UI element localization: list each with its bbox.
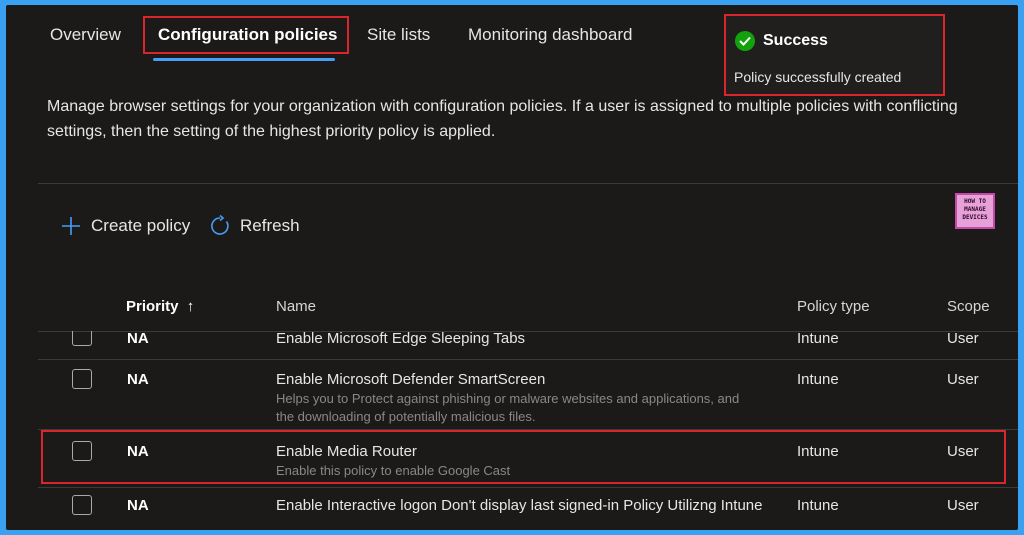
section-divider <box>38 183 1018 184</box>
create-policy-button[interactable]: Create policy <box>60 215 190 237</box>
refresh-label: Refresh <box>240 216 300 235</box>
row-priority: NA <box>127 497 149 514</box>
row-policy-type: Intune <box>797 371 839 388</box>
row-scope: User <box>947 497 979 514</box>
row-scope: User <box>947 371 979 388</box>
tab-monitoring-dashboard[interactable]: Monitoring dashboard <box>468 25 632 45</box>
create-policy-label: Create policy <box>91 216 191 235</box>
row-name[interactable]: Enable Microsoft Edge Sleeping Tabs <box>276 330 525 347</box>
column-header-priority[interactable]: Priority ↑ <box>126 298 194 315</box>
header-divider <box>38 331 1018 332</box>
sort-ascending-icon: ↑ <box>186 298 195 315</box>
row-divider <box>38 359 1018 360</box>
plus-icon <box>62 217 80 235</box>
row-priority: NA <box>127 330 149 347</box>
row-name[interactable]: Enable Microsoft Defender SmartScreen <box>276 371 545 388</box>
toast-message: Policy successfully created <box>734 69 902 85</box>
row-checkbox[interactable] <box>72 495 92 515</box>
refresh-button[interactable]: Refresh <box>209 215 300 237</box>
tab-overview[interactable]: Overview <box>50 25 121 45</box>
app-frame: Overview Configuration policies Site lis… <box>6 5 1018 530</box>
column-header-name[interactable]: Name <box>276 298 316 315</box>
row-description: Helps you to Protect against phishing or… <box>276 391 740 424</box>
success-toast: Success Policy successfully created <box>724 14 945 96</box>
refresh-icon <box>211 215 229 235</box>
row-highlight-box <box>41 430 1006 484</box>
success-check-icon <box>735 31 755 51</box>
how-to-manage-devices-logo: HOW TO MANAGE DEVICES <box>955 193 995 229</box>
row-priority: NA <box>127 371 149 388</box>
table-header: Priority ↑ Name Policy type Scope <box>6 295 1018 331</box>
page-description: Manage browser settings for your organiz… <box>47 98 958 140</box>
row-divider <box>38 487 1018 488</box>
column-header-scope[interactable]: Scope <box>947 298 990 315</box>
row-policy-type: Intune <box>797 330 839 347</box>
row-name[interactable]: Enable Interactive logon Don't display l… <box>276 497 762 514</box>
active-tab-indicator <box>153 58 335 61</box>
toast-title: Success <box>763 32 828 49</box>
row-checkbox[interactable] <box>72 369 92 389</box>
row-scope: User <box>947 330 979 347</box>
tab-bar: Overview Configuration policies Site lis… <box>6 5 706 65</box>
row-checkbox[interactable] <box>72 331 92 346</box>
tab-highlight-box <box>143 16 349 54</box>
column-header-policy-type[interactable]: Policy type <box>797 298 870 315</box>
tab-site-lists[interactable]: Site lists <box>367 25 430 45</box>
row-policy-type: Intune <box>797 497 839 514</box>
